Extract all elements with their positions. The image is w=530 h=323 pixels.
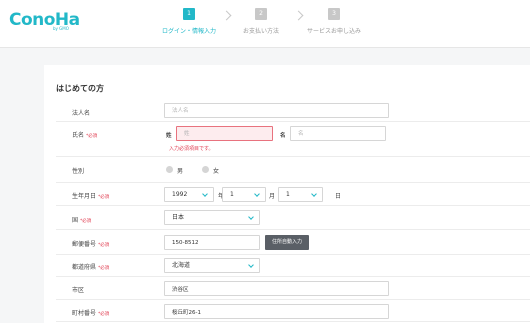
prefecture-label: 都道府県 *必須 xyxy=(72,264,110,271)
signup-form-card: はじめての方 法人名 氏名*必須 姓 名 入力必須項目です。 性別 男 女 生年… xyxy=(44,65,530,323)
gender-male-label: 男 xyxy=(177,168,184,175)
country-label: 国 *必須 xyxy=(72,217,92,224)
birth-year-select[interactable]: 1992 xyxy=(164,187,214,202)
chevron-down-icon xyxy=(248,262,254,268)
chevron-down-icon xyxy=(202,191,208,197)
birthday-label: 生年月日 *必須 xyxy=(72,193,110,200)
row-name: 氏名*必須 姓 名 入力必須項目です。 xyxy=(56,122,530,157)
chevron-right-icon xyxy=(221,10,232,21)
chevron-down-icon xyxy=(254,191,260,197)
last-name-input[interactable] xyxy=(176,126,273,141)
step-2-number: 2 xyxy=(255,8,267,20)
step-3-number: 3 xyxy=(328,8,340,20)
company-label: 法人名 xyxy=(72,110,91,117)
country-select[interactable]: 日本 xyxy=(164,210,260,225)
row-gender: 性別 男 女 xyxy=(56,157,530,183)
postal-code-input[interactable] xyxy=(164,235,260,250)
gender-female-radio[interactable] xyxy=(202,166,209,173)
chevron-down-icon xyxy=(311,191,317,197)
first-name-label: 名 xyxy=(280,133,286,139)
name-label: 氏名 *必須 xyxy=(72,132,98,139)
section-title: はじめての方 xyxy=(56,84,104,93)
day-unit: 日 xyxy=(335,193,342,200)
step-2: 2 お支払い方法 xyxy=(238,8,284,35)
gender-female-label: 女 xyxy=(213,168,220,175)
row-city: 市区 xyxy=(56,277,530,300)
logo-subtext: by GMO xyxy=(53,26,69,31)
step-3: 3 サービスお申し込み xyxy=(303,8,365,35)
row-postal: 郵便番号*必須 住所自動入力 xyxy=(56,230,530,255)
last-name-label: 姓 xyxy=(166,133,172,139)
main-area: はじめての方 法人名 氏名*必須 姓 名 入力必須項目です。 性別 男 女 生年… xyxy=(0,48,530,323)
auto-address-button[interactable]: 住所自動入力 xyxy=(265,235,309,250)
row-country: 国 *必須 日本 xyxy=(56,206,530,230)
gender-male-radio[interactable] xyxy=(166,166,173,173)
row-prefecture: 都道府県 *必須 北海道 xyxy=(56,255,530,277)
gender-label: 性別 xyxy=(72,168,85,175)
name-error-message: 入力必須項目です。 xyxy=(169,146,214,152)
prefecture-select[interactable]: 北海道 xyxy=(164,258,260,273)
step-1-label: ログイン・情報入力 xyxy=(161,28,216,35)
chevron-down-icon xyxy=(248,214,254,220)
birth-month-select[interactable]: 1 xyxy=(222,187,266,202)
company-input[interactable] xyxy=(164,103,389,118)
street-input[interactable] xyxy=(164,304,389,319)
street-label: 町村番号 *必須 xyxy=(72,310,110,317)
month-unit: 月 xyxy=(269,193,276,200)
first-name-input[interactable] xyxy=(290,126,386,141)
step-2-label: お支払い方法 xyxy=(242,28,279,35)
city-label: 市区 xyxy=(72,287,85,294)
step-1: 1 ログイン・情報入力 xyxy=(158,8,220,35)
step-1-number: 1 xyxy=(183,8,195,20)
header: ConoHa by GMO 1 ログイン・情報入力 2 お支払い方法 3 サービ… xyxy=(0,0,530,48)
chevron-right-icon xyxy=(293,10,304,21)
city-input[interactable] xyxy=(164,281,389,296)
logo-text: ConoHa xyxy=(9,10,80,30)
row-company: 法人名 xyxy=(56,100,530,122)
row-street: 町村番号 *必須 xyxy=(56,300,530,322)
row-birthday: 生年月日 *必須 1992 年 1 月 1 日 xyxy=(56,183,530,206)
birth-day-select[interactable]: 1 xyxy=(278,187,323,202)
step-3-label: サービスお申し込み xyxy=(306,28,361,35)
postal-label: 郵便番号 *必須 xyxy=(72,241,110,248)
